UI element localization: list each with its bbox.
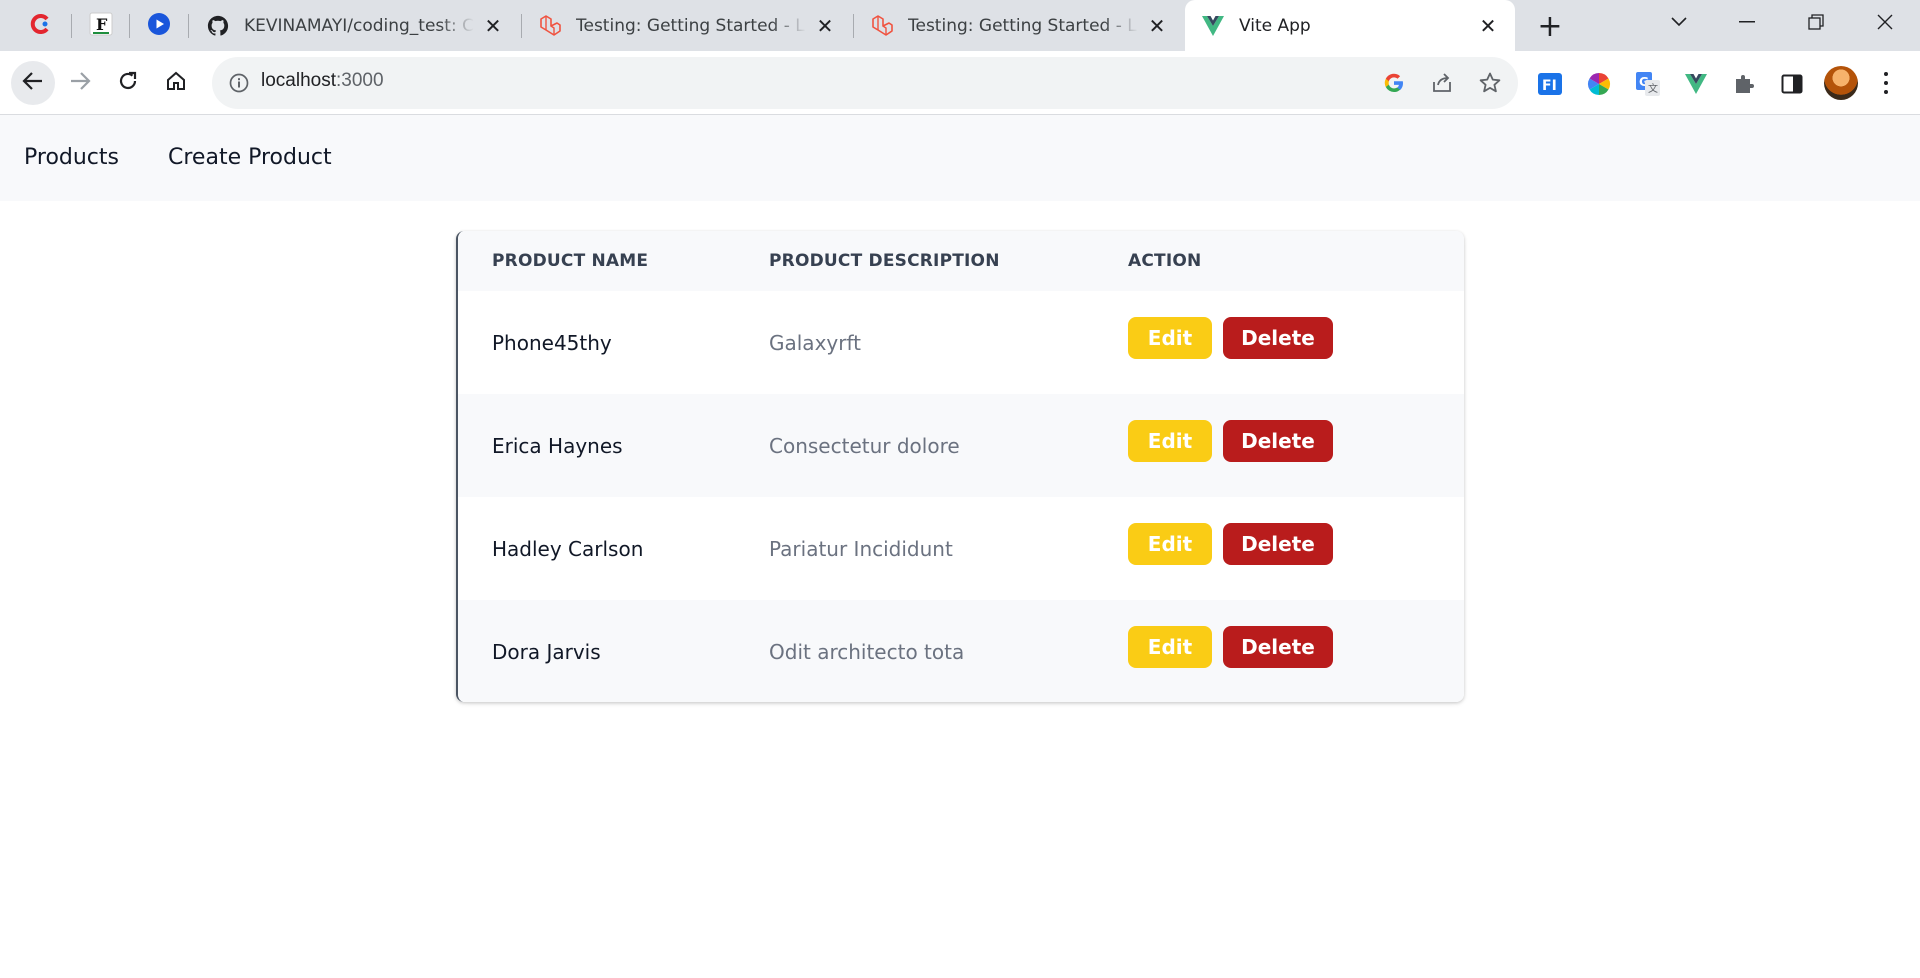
nav-link-products[interactable]: Products xyxy=(24,145,119,170)
play-circle-icon xyxy=(147,12,171,40)
product-name: Phone45thy xyxy=(492,331,612,355)
home-button[interactable] xyxy=(154,61,198,105)
delete-button[interactable]: Delete xyxy=(1223,626,1333,668)
site-info-icon[interactable] xyxy=(227,71,251,95)
table-row: Erica Haynes Consectetur dolore Edit Del… xyxy=(458,394,1464,497)
tab-search-chevron-icon[interactable] xyxy=(1645,0,1713,44)
delete-button[interactable]: Delete xyxy=(1223,317,1333,359)
tab-close-icon[interactable]: ✕ xyxy=(1477,14,1499,38)
table-header: PRODUCT NAME PRODUCT DESCRIPTION ACTION xyxy=(458,231,1464,291)
column-header-product-description: PRODUCT DESCRIPTION xyxy=(769,251,1000,271)
laravel-icon xyxy=(870,14,894,38)
arrow-left-icon xyxy=(22,70,44,96)
tab-title: KEVINAMAYI/coding_test: Co xyxy=(244,15,474,36)
fi-extension-icon[interactable]: FI xyxy=(1536,70,1564,98)
minimize-icon[interactable] xyxy=(1713,0,1781,44)
edit-button[interactable]: Edit xyxy=(1128,523,1212,565)
tab-laravel-1[interactable]: Testing: Getting Started - Lar ✕ xyxy=(522,0,852,51)
tab-title: Testing: Getting Started - Lar xyxy=(576,15,806,36)
translate-extension-icon[interactable]: G文 xyxy=(1634,70,1662,98)
product-description: Consectetur dolore xyxy=(769,434,960,458)
tab-github[interactable]: KEVINAMAYI/coding_test: Co ✕ xyxy=(190,0,520,51)
tab-vite-app[interactable]: Vite App ✕ xyxy=(1185,0,1515,51)
product-name: Hadley Carlson xyxy=(492,537,644,561)
edit-button[interactable]: Edit xyxy=(1128,626,1212,668)
vue-devtools-extension-icon[interactable] xyxy=(1682,70,1710,98)
laravel-icon xyxy=(538,14,562,38)
delete-button[interactable]: Delete xyxy=(1223,420,1333,462)
table-row: Phone45thy Galaxyrft Edit Delete xyxy=(458,291,1464,394)
table-row: Dora Jarvis Odit architecto tota Edit De… xyxy=(458,600,1464,702)
product-description: Pariatur Incididunt xyxy=(769,537,953,561)
bookmark-star-icon[interactable] xyxy=(1477,70,1503,96)
forward-button[interactable] xyxy=(58,61,102,105)
f-logo-icon: F xyxy=(89,12,113,40)
app-navbar: Products Create Product xyxy=(0,115,1920,201)
extensions-puzzle-icon[interactable] xyxy=(1730,70,1758,98)
vue-icon xyxy=(1201,14,1225,38)
tab-title: Testing: Getting Started - Lar xyxy=(908,15,1138,36)
window-close-icon[interactable] xyxy=(1851,0,1919,44)
url-text[interactable]: localhost:3000 xyxy=(261,70,384,92)
nav-link-create-product[interactable]: Create Product xyxy=(168,145,332,170)
color-wheel-extension-icon[interactable] xyxy=(1585,70,1613,98)
github-icon xyxy=(206,14,230,38)
profile-avatar[interactable] xyxy=(1824,66,1858,100)
c-logo-icon xyxy=(30,13,52,39)
svg-text:F: F xyxy=(96,15,108,34)
tab-close-icon[interactable]: ✕ xyxy=(482,14,504,38)
svg-text:FI: FI xyxy=(1542,78,1557,94)
browser-menu-icon[interactable] xyxy=(1874,68,1898,98)
product-description: Odit architecto tota xyxy=(769,640,965,664)
new-tab-button[interactable]: + xyxy=(1533,9,1567,44)
share-icon[interactable] xyxy=(1429,70,1455,96)
pinned-tab-1[interactable] xyxy=(12,0,70,51)
pinned-tab-2[interactable]: F xyxy=(72,0,130,51)
browser-toolbar: localhost:3000 FI G文 xyxy=(0,51,1920,115)
delete-button[interactable]: Delete xyxy=(1223,523,1333,565)
pinned-tab-3[interactable] xyxy=(130,0,188,51)
tab-close-icon[interactable]: ✕ xyxy=(1146,14,1168,38)
tab-close-icon[interactable]: ✕ xyxy=(814,14,836,38)
edit-button[interactable]: Edit xyxy=(1128,420,1212,462)
arrow-right-icon xyxy=(69,70,91,96)
reload-icon xyxy=(117,70,139,96)
browser-tab-strip: F KEVINAMAYI/coding_test: Co ✕ Testing: … xyxy=(0,0,1920,51)
product-description: Galaxyrft xyxy=(769,331,861,355)
product-name: Erica Haynes xyxy=(492,434,623,458)
home-icon xyxy=(165,70,187,96)
tab-laravel-2[interactable]: Testing: Getting Started - Lar ✕ xyxy=(854,0,1184,51)
svg-text:文: 文 xyxy=(1648,82,1658,95)
side-panel-icon[interactable] xyxy=(1778,70,1806,98)
products-table: PRODUCT NAME PRODUCT DESCRIPTION ACTION … xyxy=(456,231,1464,702)
column-header-action: ACTION xyxy=(1128,251,1202,271)
address-bar[interactable]: localhost:3000 xyxy=(212,57,1518,109)
column-header-product-name: PRODUCT NAME xyxy=(492,251,649,271)
table-row: Hadley Carlson Pariatur Incididunt Edit … xyxy=(458,497,1464,600)
google-g-icon[interactable] xyxy=(1381,70,1407,96)
back-button[interactable] xyxy=(11,61,55,105)
restore-icon[interactable] xyxy=(1782,0,1850,44)
product-name: Dora Jarvis xyxy=(492,640,601,664)
reload-button[interactable] xyxy=(106,61,150,105)
tab-title: Vite App xyxy=(1239,15,1311,36)
edit-button[interactable]: Edit xyxy=(1128,317,1212,359)
